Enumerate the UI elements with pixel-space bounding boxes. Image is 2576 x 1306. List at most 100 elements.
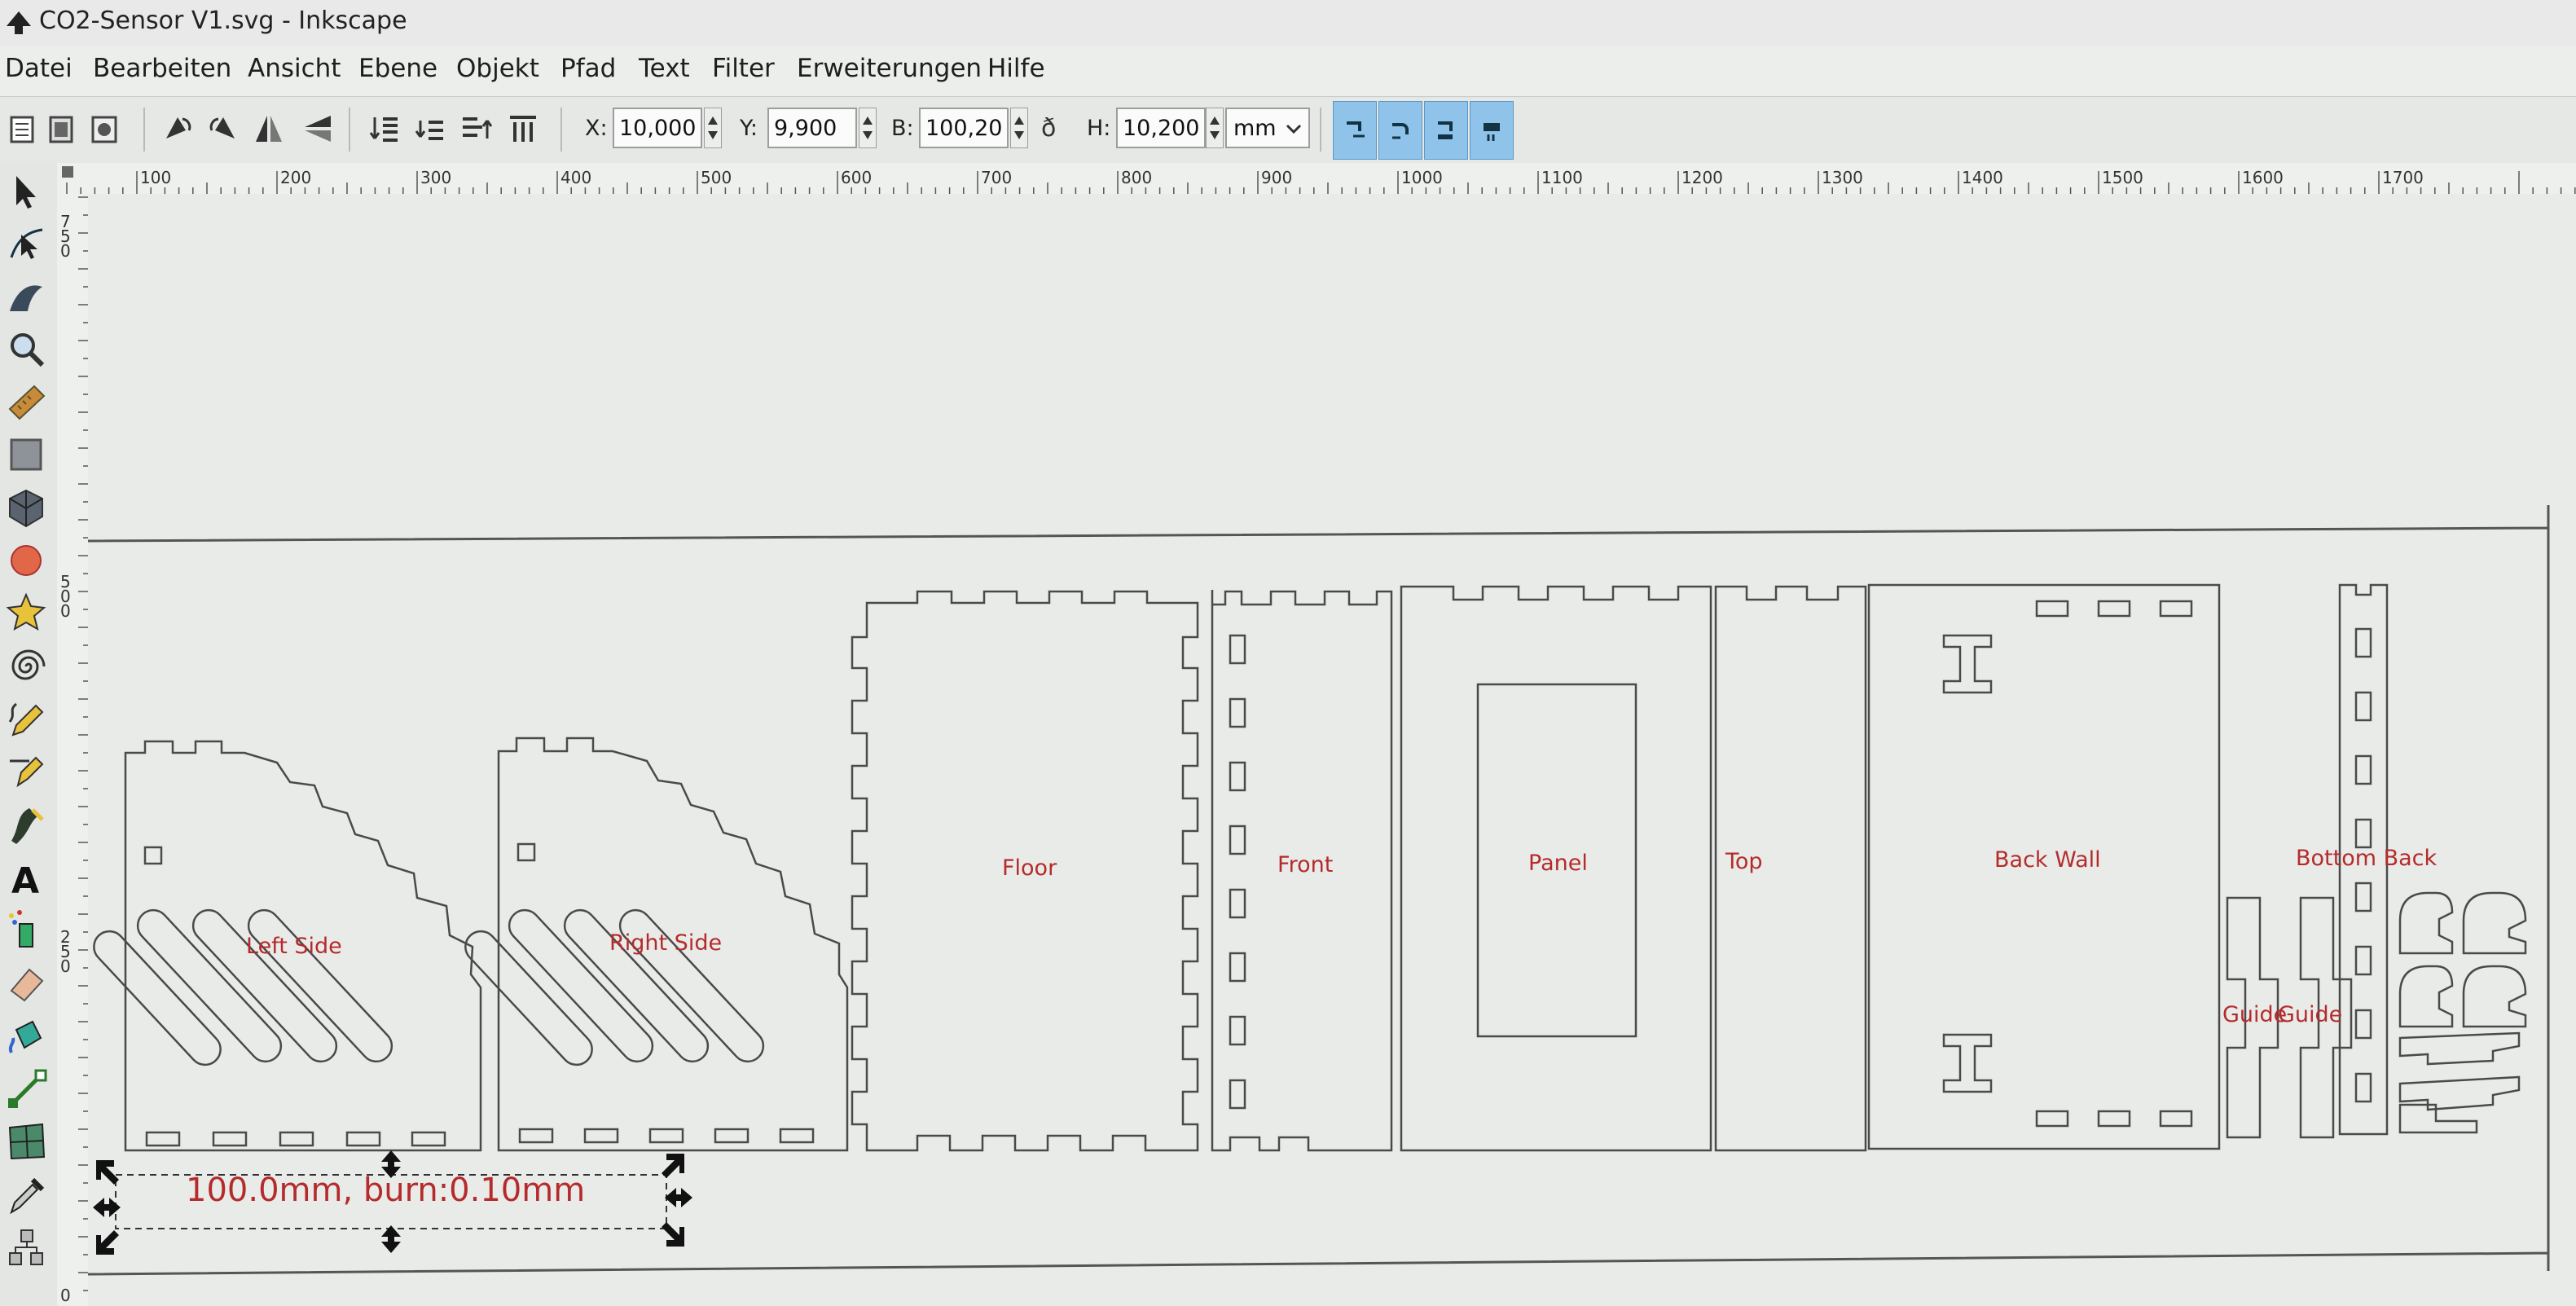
menu-bar: Datei Bearbeiten Ansicht Ebene Objekt Pf… [0,46,2576,97]
part-label-back-wall: Back Wall [1994,847,2101,873]
dropper-tool-icon[interactable] [5,1173,49,1219]
star-tool-icon[interactable] [5,590,49,635]
pen-tool-icon[interactable] [5,750,49,795]
menu-ansicht[interactable]: Ansicht [248,54,341,83]
calligraphy-tool-icon[interactable] [5,803,49,849]
ruler-tick-label: 800 [1121,168,1153,187]
part-label-guide: Guide [2278,1002,2343,1027]
width-label: B: [891,116,914,141]
rectangle-tool-icon[interactable] [5,432,49,477]
bottom-back-slot [2354,882,2372,912]
scale-corners-toggle[interactable] [1378,101,1422,160]
back-wall-slot [2035,600,2069,618]
lock-proportions-icon[interactable]: ð [1041,114,1056,143]
front-slot [1229,824,1246,855]
spiral-tool-icon[interactable] [5,644,49,689]
mesh-tool-icon[interactable] [5,1119,49,1165]
pencil-tool-icon[interactable] [5,697,49,743]
x-label: X: [585,116,608,141]
menu-objekt[interactable]: Objekt [456,54,539,83]
select-all-layers-icon[interactable] [42,106,81,152]
raise-to-top-icon[interactable] [503,106,543,152]
flip-horizontal-icon[interactable] [249,106,288,152]
part-label-panel: Panel [1528,851,1588,876]
ruler-tick-label: 600 [841,168,873,187]
tab-slot [345,1131,381,1147]
lower-to-bottom-icon[interactable] [365,106,404,152]
horizontal-ruler[interactable]: 100 200 300 400 500 600 700 800 900 1000 1100 1200 1… [57,163,2576,195]
menu-erweiterungen[interactable]: Erweiterungen [797,54,982,83]
menu-ebene[interactable]: Ebene [358,54,437,83]
height-spinner[interactable] [1206,108,1224,148]
clip-parts [2398,891,2527,1134]
tool-controls-bar: X: Y: B: ð H: mm [0,98,2576,164]
tweak-tool-icon[interactable] [5,274,49,319]
front-slot [1229,1015,1246,1046]
part-label-top: Top [1725,849,1763,874]
text-tool-icon[interactable]: A [5,855,49,901]
y-spinner[interactable] [859,108,877,148]
ruler-ticks [78,196,88,1291]
drawing-canvas[interactable]: Left Side Right Side Floor Front Panel T… [88,194,2576,1306]
gradient-tool-icon[interactable] [5,1067,49,1113]
lower-icon[interactable] [411,106,450,152]
tab-slot [518,1128,554,1144]
scale-stroke-toggle[interactable] [1333,101,1377,160]
back-wall-slot [2159,600,2193,618]
eraser-tool-icon[interactable] [5,961,49,1007]
paint-bucket-tool-icon[interactable] [5,1014,49,1059]
connector-tool-icon[interactable] [5,1225,49,1271]
circle-tool-icon[interactable] [5,538,49,583]
resize-handle-sw-icon [96,1230,119,1255]
selected-text-object[interactable]: 100.0mm, burn:0.10mm [186,1172,585,1209]
scale-stroke-icon [1347,121,1365,138]
toolbar-separator [1320,108,1321,152]
move-gradients-icon [1438,121,1453,139]
unit-dropdown[interactable]: mm [1225,108,1310,148]
menu-datei[interactable]: Datei [5,54,73,83]
node-tool-icon[interactable] [5,222,49,267]
spray-tool-icon[interactable] [5,908,49,953]
bottom-back-slot [2354,691,2372,722]
move-patterns-toggle[interactable] [1470,101,1514,160]
menu-filter[interactable]: Filter [712,54,775,83]
menu-text[interactable]: Text [639,54,690,83]
vertical-ruler[interactable]: 7 5 0 5 0 0 2 5 0 0 [57,194,89,1306]
tab-slot [279,1131,314,1147]
box-3d-tool-icon[interactable] [5,486,49,531]
raise-icon[interactable] [456,106,495,152]
width-spinner[interactable] [1010,108,1028,148]
front-slot [1229,952,1246,983]
y-field[interactable] [767,108,857,148]
tab-slot [779,1128,815,1144]
i-slot [1942,1033,1993,1093]
menu-hilfe[interactable]: Hilfe [987,54,1045,83]
svg-text:A: A [11,860,39,901]
measure-tool-icon[interactable] [5,380,49,425]
rotate-cw-icon[interactable] [204,106,243,152]
drawing-svg [88,505,2550,1276]
move-patterns-icon [1484,123,1500,141]
height-field[interactable] [1116,108,1206,148]
resize-handle-ne-icon [662,1154,684,1178]
front-slot [1229,697,1246,728]
resize-handle-nw-icon [96,1160,119,1185]
x-spinner[interactable] [704,108,722,148]
ruler-tick-label: 1000 [1401,168,1443,187]
menu-bearbeiten[interactable]: Bearbeiten [93,54,231,83]
flip-vertical-icon[interactable] [298,106,337,152]
deselect-icon[interactable] [85,106,124,152]
select-all-icon[interactable] [3,106,42,152]
zoom-tool-icon[interactable] [5,328,49,373]
selector-tool-icon[interactable] [5,169,49,215]
ruler-tick-label: 400 [560,168,592,187]
ruler-tick-label: 300 [420,168,452,187]
rotate-ccw-icon[interactable] [158,106,197,152]
part-label-left-side: Left Side [246,934,342,959]
menu-pfad[interactable]: Pfad [560,54,616,83]
x-field[interactable] [613,108,702,148]
bottom-back-slot [2354,818,2372,849]
move-gradients-toggle[interactable] [1424,101,1468,160]
width-field[interactable] [919,108,1009,148]
right-side-hole [517,842,536,862]
